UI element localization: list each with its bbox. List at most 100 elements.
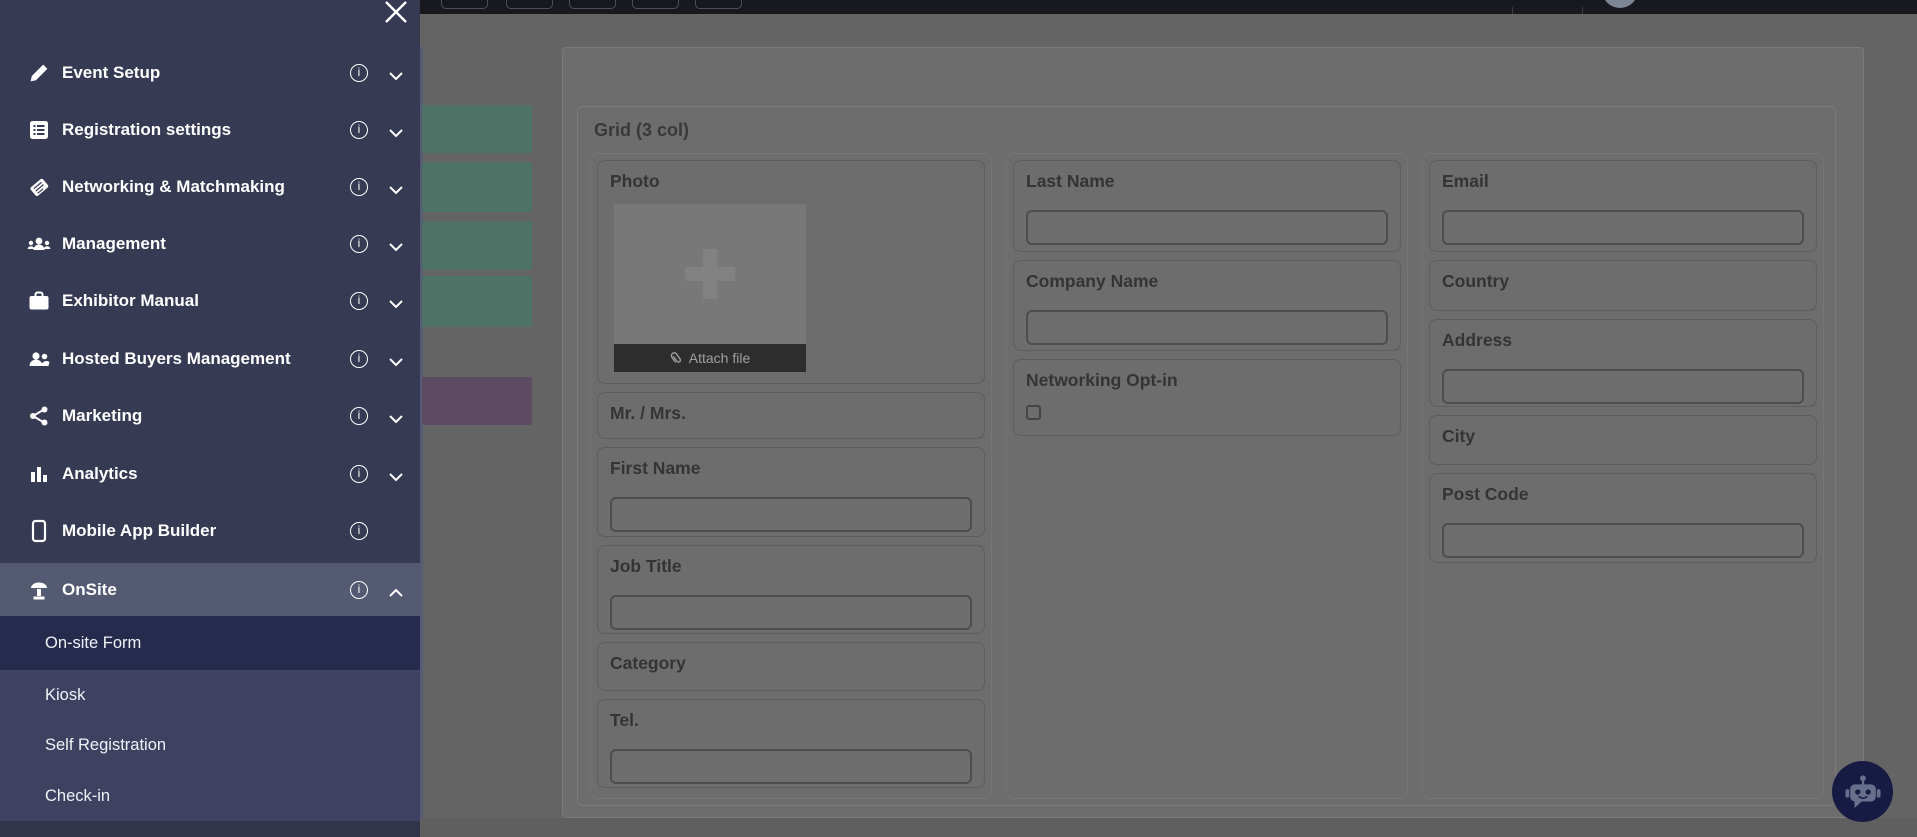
chevron-down-icon[interactable]: [388, 354, 404, 364]
sidebar-item-marketing[interactable]: Marketing i: [0, 387, 420, 444]
sidebar-item-analytics[interactable]: Analytics i: [0, 445, 420, 502]
chatbot-button[interactable]: [1832, 761, 1893, 822]
topbar-button-4[interactable]: [632, 0, 679, 9]
bar-chart-icon: [26, 461, 52, 487]
form-column-2[interactable]: Last Name Company Name Networking Opt-in: [1006, 153, 1408, 799]
field-company-name[interactable]: Company Name: [1013, 260, 1401, 351]
chevron-down-icon[interactable]: [388, 182, 404, 192]
sidebar-item-exhibitor-manual[interactable]: Exhibitor Manual i: [0, 272, 420, 329]
chevron-down-icon[interactable]: [388, 125, 404, 135]
field-label: Address: [1442, 330, 1804, 351]
main-content-dimmed: Grid (3 col) Photo: [420, 14, 1917, 837]
field-label: Job Title: [610, 556, 972, 577]
subitem-label: Check-in: [45, 787, 110, 806]
form-column-3[interactable]: Email Country Address City Post Code: [1422, 153, 1824, 799]
sidebar-item-label: OnSite: [62, 580, 117, 600]
form-column-1[interactable]: Photo Attach file: [590, 153, 992, 799]
info-icon[interactable]: i: [350, 581, 368, 599]
page-background: [420, 818, 1917, 837]
subitem-label: On-site Form: [45, 634, 141, 653]
close-icon[interactable]: [383, 0, 411, 27]
sidebar-item-mobile-app-builder[interactable]: Mobile App Builder i: [0, 502, 420, 559]
grid-block[interactable]: Grid (3 col) Photo: [577, 106, 1836, 806]
field-city[interactable]: City: [1429, 415, 1817, 465]
sidebar-item-event-setup[interactable]: Event Setup i: [0, 44, 420, 101]
field-job-title[interactable]: Job Title: [597, 545, 985, 634]
job-title-input[interactable]: [610, 595, 972, 630]
palette-block[interactable]: [422, 221, 532, 270]
field-networking-opt-in[interactable]: Networking Opt-in: [1013, 359, 1401, 436]
tel-input[interactable]: [610, 749, 972, 784]
palette-block[interactable]: [422, 105, 532, 153]
sidebar-item-hosted-buyers[interactable]: Hosted Buyers Management i: [0, 330, 420, 387]
field-category[interactable]: Category: [597, 642, 985, 691]
topbar-button-3[interactable]: [569, 0, 616, 9]
sidebar-item-management[interactable]: Management i: [0, 215, 420, 272]
onsite-icon: [26, 577, 52, 603]
info-icon[interactable]: i: [350, 292, 368, 310]
chevron-down-icon[interactable]: [388, 411, 404, 421]
sidebar-item-networking-matchmaking[interactable]: Networking & Matchmaking i: [0, 158, 420, 215]
attach-file-button[interactable]: Attach file: [614, 344, 806, 372]
field-label: Email: [1442, 171, 1804, 192]
subitem-label: Self Registration: [45, 736, 166, 755]
chevron-down-icon[interactable]: [388, 296, 404, 306]
email-input[interactable]: [1442, 210, 1804, 245]
robot-icon: [1844, 774, 1882, 810]
field-post-code[interactable]: Post Code: [1429, 473, 1817, 563]
field-tel[interactable]: Tel.: [597, 699, 985, 788]
onsite-submenu: On-site Form Kiosk Self Registration Che…: [0, 616, 420, 821]
avatar[interactable]: [1602, 0, 1638, 8]
sidebar-subitem-self-registration[interactable]: Self Registration: [0, 720, 420, 771]
field-first-name[interactable]: First Name: [597, 447, 985, 537]
chevron-down-icon[interactable]: [388, 68, 404, 78]
networking-opt-in-checkbox[interactable]: [1026, 405, 1041, 420]
sidebar-subitem-check-in[interactable]: Check-in: [0, 771, 420, 821]
field-photo[interactable]: Photo Attach file: [597, 160, 985, 384]
palette-block[interactable]: [422, 162, 532, 212]
post-code-input[interactable]: [1442, 523, 1804, 558]
field-label: Tel.: [610, 710, 972, 731]
photo-upload-widget[interactable]: Attach file: [614, 204, 806, 372]
chevron-down-icon[interactable]: [388, 469, 404, 479]
first-name-input[interactable]: [610, 497, 972, 532]
last-name-input[interactable]: [1026, 210, 1388, 245]
field-label: First Name: [610, 458, 972, 479]
info-icon[interactable]: i: [350, 522, 368, 540]
field-email[interactable]: Email: [1429, 160, 1817, 252]
info-icon[interactable]: i: [350, 121, 368, 139]
topbar-button-1[interactable]: [441, 0, 488, 9]
sidebar-item-label: Mobile App Builder: [62, 521, 216, 541]
info-icon[interactable]: i: [350, 350, 368, 368]
mobile-icon: [26, 518, 52, 544]
info-icon[interactable]: i: [350, 235, 368, 253]
field-address[interactable]: Address: [1429, 319, 1817, 407]
share-icon: [26, 403, 52, 429]
topbar-button-5[interactable]: [695, 0, 742, 9]
sidebar-subitem-kiosk[interactable]: Kiosk: [0, 670, 420, 720]
chevron-up-icon[interactable]: [388, 585, 404, 595]
info-icon[interactable]: i: [350, 178, 368, 196]
info-icon[interactable]: i: [350, 465, 368, 483]
company-name-input[interactable]: [1026, 310, 1388, 345]
photo-placeholder[interactable]: [614, 204, 806, 344]
plus-icon: [679, 243, 741, 305]
form-canvas-card: Grid (3 col) Photo: [562, 47, 1864, 818]
chevron-down-icon[interactable]: [388, 239, 404, 249]
field-last-name[interactable]: Last Name: [1013, 160, 1401, 252]
sidebar-item-label: Networking & Matchmaking: [62, 177, 285, 197]
sidebar-item-onsite[interactable]: OnSite i: [0, 563, 420, 616]
field-salutation[interactable]: Mr. / Mrs.: [597, 392, 985, 439]
sidebar-item-label: Hosted Buyers Management: [62, 349, 291, 369]
info-icon[interactable]: i: [350, 64, 368, 82]
address-input[interactable]: [1442, 369, 1804, 404]
info-icon[interactable]: i: [350, 407, 368, 425]
topbar-button-2[interactable]: [506, 0, 553, 9]
palette-block[interactable]: [422, 276, 532, 327]
topbar-divider: [1512, 7, 1513, 14]
field-label: Category: [610, 653, 972, 674]
sidebar-item-registration-settings[interactable]: Registration settings i: [0, 101, 420, 158]
palette-block[interactable]: [422, 377, 532, 425]
field-country[interactable]: Country: [1429, 260, 1817, 311]
sidebar-subitem-onsite-form[interactable]: On-site Form: [0, 616, 420, 670]
